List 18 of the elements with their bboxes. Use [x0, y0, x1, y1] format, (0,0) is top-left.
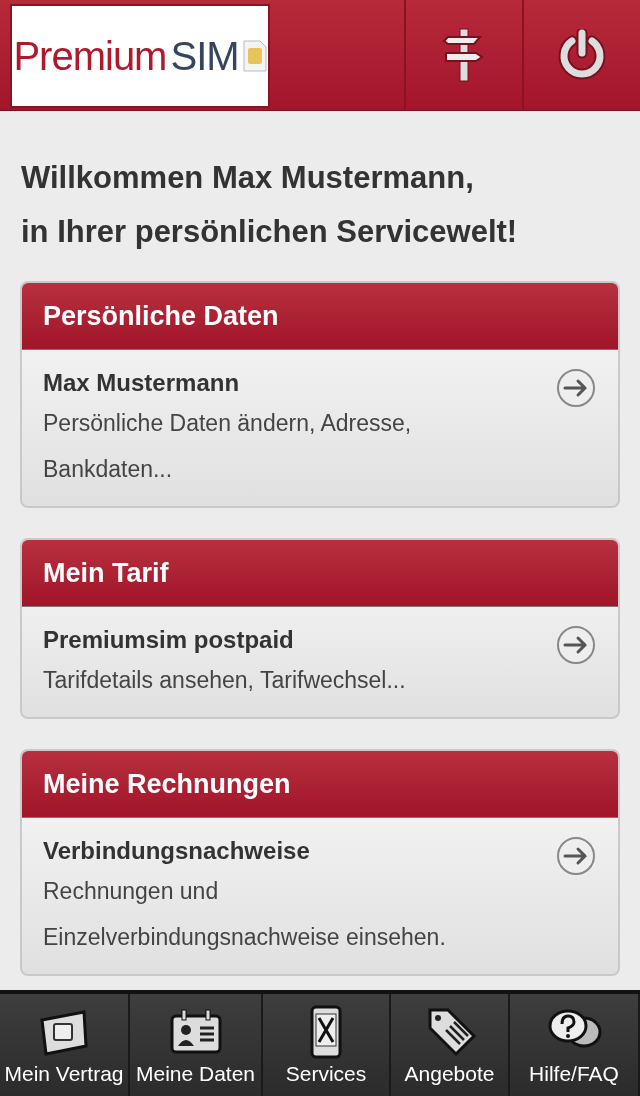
card-link[interactable]: Verbindungsnachweise Rechnungen und Einzelverbindungsnachweise einsehen. — [22, 818, 618, 974]
tab-bar-item[interactable]: Services — [263, 994, 391, 1096]
arrow-right-icon — [556, 625, 596, 665]
tab-bar-item[interactable]: Hilfe/FAQ — [510, 994, 640, 1096]
card-link[interactable]: Premiumsim postpaid Tarifdetails ansehen, Tarifwechsel... — [22, 607, 618, 717]
tab-bar-item[interactable]: Mein Vertrag — [0, 994, 130, 1096]
arrow-right-icon — [556, 368, 596, 408]
signpost-icon — [442, 27, 486, 83]
tab-bar-item[interactable]: Meine Daten — [130, 994, 263, 1096]
tab-bar-item[interactable]: Angebote — [391, 994, 510, 1096]
card-heading: Mein Tarif — [22, 540, 618, 607]
arrow-right-icon — [556, 836, 596, 876]
card-link[interactable]: Max Mustermann Persönliche Daten ändern, Adresse, Bankdaten... — [22, 350, 618, 506]
brand-logo: PremiumSIM — [10, 4, 270, 108]
power-icon — [556, 29, 608, 81]
welcome-heading: Willkommen Max Mustermann, in Ihrer persönlichen Servicewelt! — [21, 159, 519, 251]
card-heading: Persönliche Daten — [22, 283, 618, 350]
card-heading: Meine Rechnungen — [22, 751, 618, 818]
